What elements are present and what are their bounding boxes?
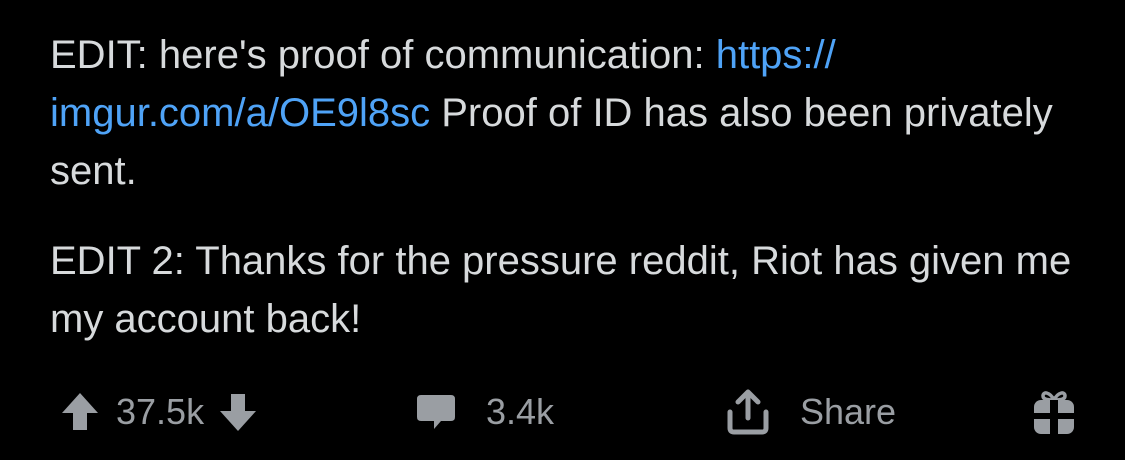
edit1-prefix: EDIT: here's proof of communication: bbox=[50, 33, 716, 77]
edit-paragraph-2: EDIT 2: Thanks for the pressure reddit, … bbox=[50, 239, 1072, 341]
post-body: EDIT: here's proof of communication: htt… bbox=[50, 26, 1090, 348]
imgur-link-part1: https:// bbox=[715, 33, 836, 77]
imgur-link-part2: imgur.com/a/OE9l8sc bbox=[50, 91, 431, 135]
post-action-bar: 37.5k 3.4k Share bbox=[0, 380, 1125, 444]
comment-count: 3.4k bbox=[486, 391, 555, 432]
arrow-down-icon[interactable] bbox=[216, 390, 260, 434]
vote-group: 37.5k bbox=[58, 380, 260, 444]
share-upload-icon bbox=[724, 388, 772, 436]
comment-bubble-icon bbox=[414, 390, 458, 434]
share-label: Share bbox=[800, 391, 897, 432]
award-button[interactable] bbox=[1030, 380, 1078, 444]
vote-count: 37.5k bbox=[116, 391, 205, 432]
share-button[interactable]: Share bbox=[724, 380, 896, 444]
comments-button[interactable]: 3.4k bbox=[414, 380, 554, 444]
arrow-up-icon[interactable] bbox=[58, 390, 102, 434]
gift-award-icon bbox=[1030, 386, 1078, 438]
edit-paragraph-1: EDIT: here's proof of communication: htt… bbox=[50, 26, 1090, 200]
